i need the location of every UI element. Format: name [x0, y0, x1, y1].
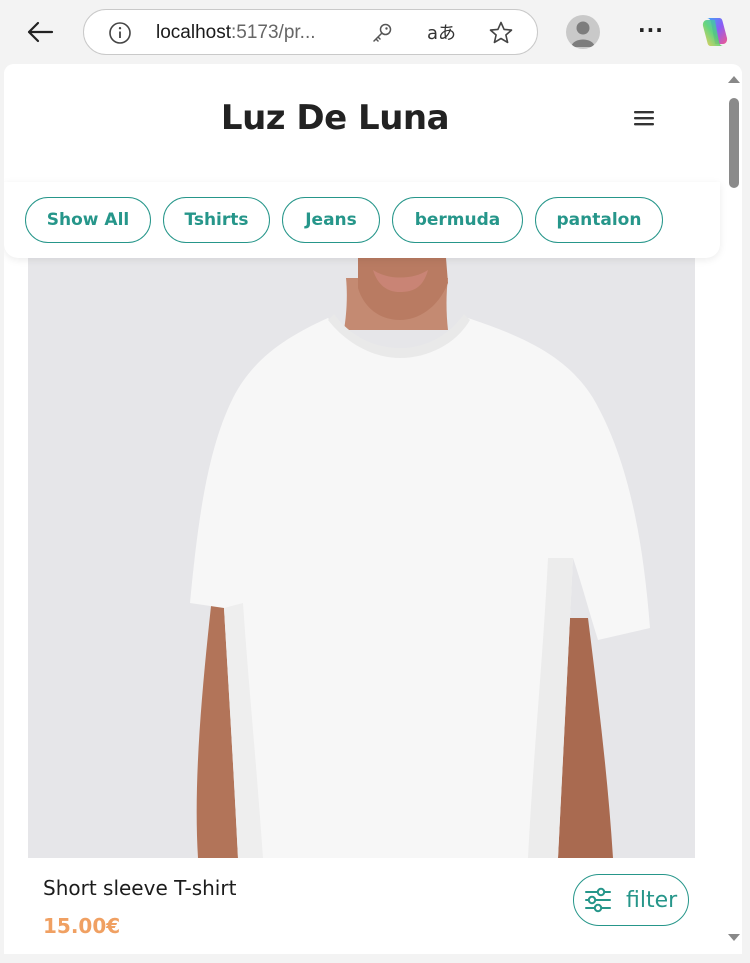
tshirt-photo	[28, 258, 695, 858]
key-icon[interactable]	[370, 21, 394, 45]
star-icon[interactable]	[488, 20, 514, 46]
copilot-icon[interactable]	[697, 14, 733, 50]
window-bottom-edge	[0, 954, 750, 963]
arrow-left-icon	[27, 21, 54, 43]
category-chip-bermuda[interactable]: bermuda	[392, 197, 523, 243]
page-viewport: Luz De Luna Show All Tshirts Jeans bermu…	[4, 64, 742, 954]
scroll-up-arrow-icon[interactable]	[728, 76, 740, 83]
translate-icon[interactable]: aあ	[427, 19, 456, 45]
category-chip-jeans[interactable]: Jeans	[282, 197, 380, 243]
product-info: Short sleeve T-shirt 15.00€ filter	[28, 858, 695, 954]
product-price: 15.00€	[43, 914, 121, 938]
scroll-down-arrow-icon[interactable]	[728, 934, 740, 941]
site-title[interactable]: Luz De Luna	[4, 98, 666, 138]
url-path: :5173/pr...	[231, 22, 316, 43]
product-name[interactable]: Short sleeve T-shirt	[43, 876, 236, 900]
category-chip-show-all[interactable]: Show All	[25, 197, 151, 243]
scrollbar[interactable]	[724, 66, 742, 952]
scroll-thumb[interactable]	[729, 98, 739, 188]
filter-button-label: filter	[626, 887, 678, 913]
category-chip-pantalon[interactable]: pantalon	[535, 197, 663, 243]
sliders-icon	[585, 887, 611, 913]
product-image[interactable]	[28, 258, 695, 858]
address-bar[interactable]: localhost:5173/pr... aあ	[83, 9, 538, 55]
category-filter-bar: Show All Tshirts Jeans bermuda pantalon	[4, 182, 720, 258]
person-icon	[571, 21, 595, 47]
filter-button[interactable]: filter	[573, 874, 689, 926]
more-options-icon[interactable]: ···	[638, 18, 664, 42]
site-header: Luz De Luna	[4, 64, 720, 182]
hamburger-menu-icon[interactable]	[632, 108, 656, 128]
info-icon[interactable]	[108, 21, 132, 45]
profile-avatar[interactable]	[566, 15, 600, 49]
url-host: localhost	[156, 22, 231, 43]
category-chip-tshirts[interactable]: Tshirts	[163, 197, 270, 243]
url-text[interactable]: localhost:5173/pr...	[156, 22, 316, 44]
browser-toolbar: localhost:5173/pr... aあ ···	[0, 0, 750, 64]
back-button[interactable]	[22, 14, 58, 50]
